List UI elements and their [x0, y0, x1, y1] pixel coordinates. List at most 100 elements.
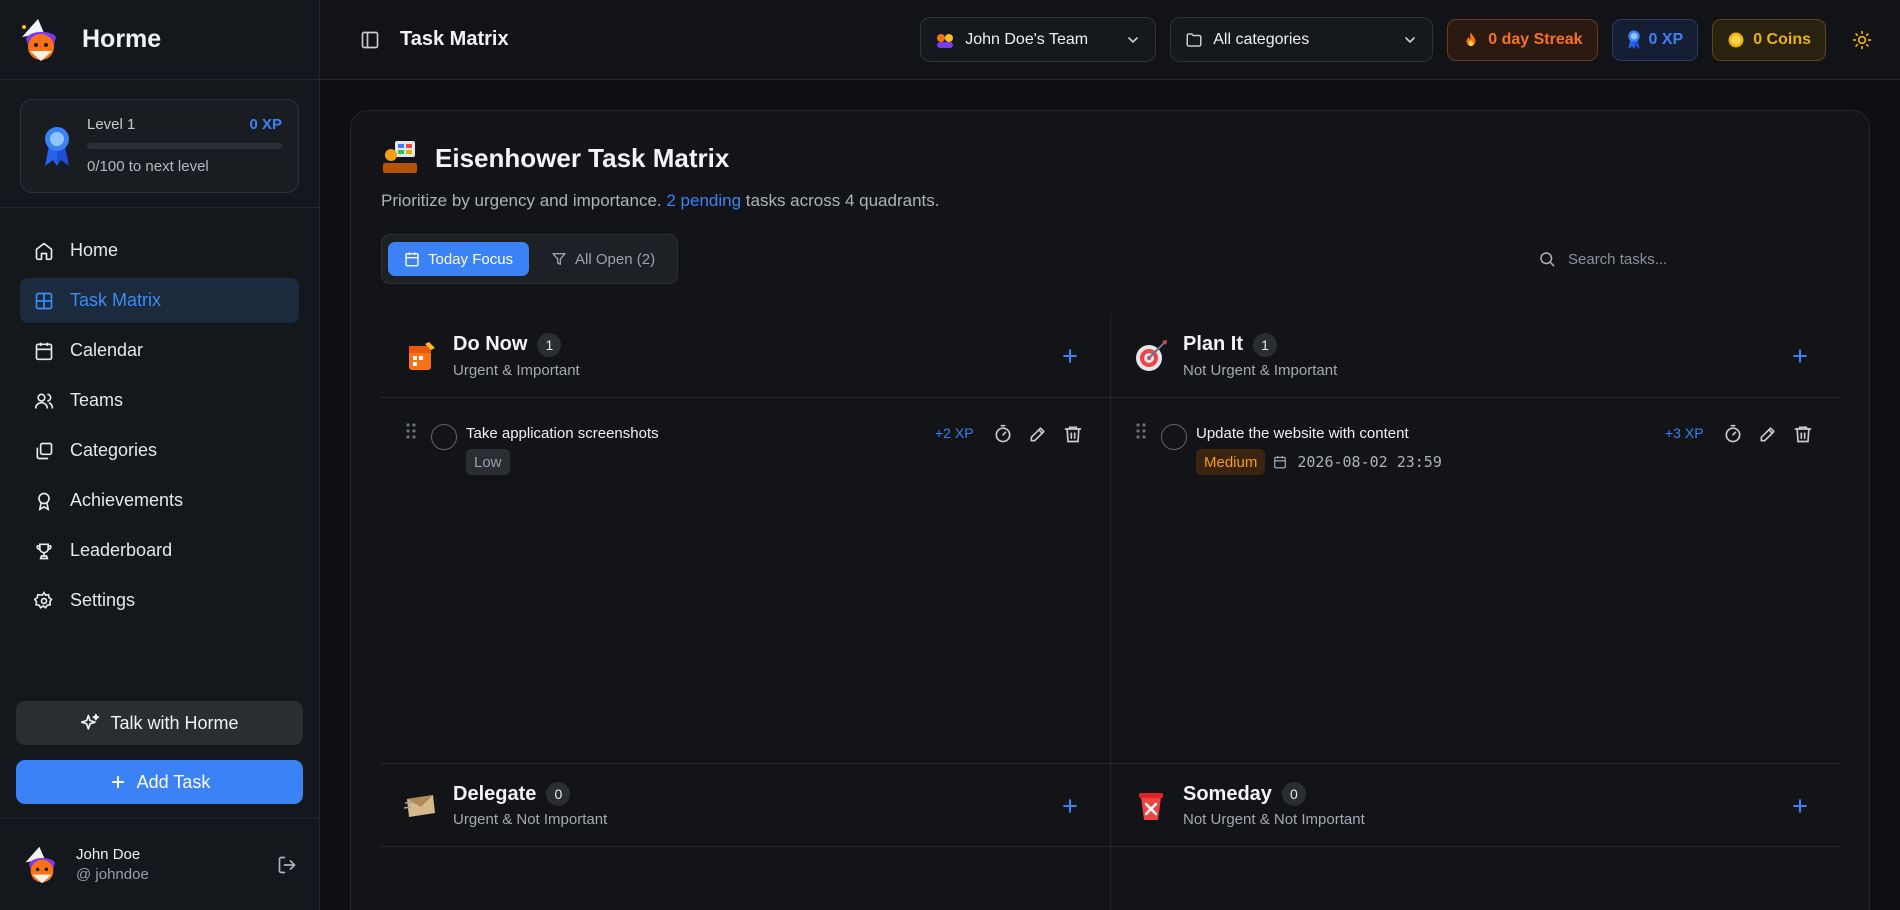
quadrant-plan-it: Plan It 1 Not Urgent & Important	[1111, 314, 1840, 398]
sidebar-item-label: Leaderboard	[70, 540, 173, 560]
target-emoji-icon	[1136, 339, 1167, 371]
add-task-plus-icon[interactable]	[1790, 796, 1810, 816]
task-item[interactable]: Update the website with content Medium 2…	[1111, 422, 1840, 492]
level-progress-bar	[87, 143, 282, 149]
streak-text: 0 day Streak	[1488, 30, 1583, 48]
drag-handle-icon[interactable]	[405, 422, 417, 440]
subtitle-text: tasks across 4 quadrants.	[741, 191, 940, 210]
task-xp-reward: +3 XP	[1665, 425, 1704, 441]
home-icon	[35, 242, 53, 260]
envelope-emoji-icon	[403, 795, 435, 817]
add-task-plus-icon[interactable]	[1060, 796, 1080, 816]
award-icon	[38, 492, 50, 511]
chevron-down-icon	[1128, 36, 1139, 43]
task-title: Update the website with content	[1196, 425, 1409, 442]
trophy-icon	[36, 543, 52, 559]
wizard-logo-icon	[22, 18, 56, 61]
sidebar-item-leaderboard[interactable]: Leaderboard	[20, 528, 299, 573]
add-task-button[interactable]: Add Task	[16, 760, 303, 804]
drag-handle-icon[interactable]	[1135, 422, 1147, 440]
timer-icon[interactable]	[1723, 424, 1743, 444]
sidebar-item-label: Settings	[70, 590, 136, 610]
calendar-icon	[35, 342, 53, 360]
sidebar-footer: Talk with Horme Add Task John Doe @ john…	[0, 701, 319, 910]
quadrant-subtitle: Urgent & Important	[453, 361, 580, 379]
brand[interactable]: Horme	[0, 0, 319, 80]
category-select[interactable]: All categories	[1170, 17, 1434, 62]
coin-icon	[1728, 32, 1744, 47]
topbar: Task Matrix John Doe's Team All categori…	[320, 0, 1900, 80]
team-select-value: John Doe's Team	[965, 30, 1089, 48]
quadrant-count: 1	[1253, 332, 1278, 357]
xp-badge[interactable]: 0 XP	[1611, 18, 1699, 61]
page-title: Task Matrix	[400, 28, 509, 50]
add-task-plus-icon[interactable]	[1060, 346, 1080, 366]
tab-today-focus[interactable]: Today Focus	[388, 242, 530, 276]
sidebar-item-label: Categories	[70, 440, 158, 460]
xp-text: 0 XP	[1648, 30, 1684, 48]
sidebar-item-settings[interactable]: Settings	[20, 578, 299, 623]
quadrant-count: 0	[1281, 782, 1306, 806]
layers-icon	[36, 442, 53, 459]
talk-button-label: Talk with Horme	[110, 712, 239, 733]
wastebasket-emoji-icon	[1139, 793, 1163, 820]
talk-with-horme-button[interactable]: Talk with Horme	[16, 701, 303, 745]
quadrant-title: Do Now	[453, 333, 528, 355]
quadrant-do-now: Do Now 1 Urgent & Important	[381, 314, 1110, 398]
task-title: Take application screenshots	[466, 425, 659, 442]
calendar-icon	[405, 252, 419, 267]
sidebar-item-task-matrix[interactable]: Task Matrix	[20, 278, 299, 323]
quadrant-subtitle: Not Urgent & Not Important	[1183, 811, 1365, 828]
task-item[interactable]: Take application screenshots Low +2 XP	[381, 422, 1110, 492]
level-progress-text: 0/100 to next level	[87, 158, 209, 175]
task-checkbox[interactable]	[431, 424, 457, 450]
sidebar-toggle-icon[interactable]	[360, 30, 380, 50]
logout-icon[interactable]	[277, 855, 297, 875]
timer-icon[interactable]	[993, 424, 1013, 444]
trash-icon[interactable]	[1793, 424, 1813, 444]
streak-badge[interactable]: 0 day Streak	[1447, 18, 1598, 61]
edit-pencil-icon[interactable]	[1758, 424, 1778, 444]
view-toggle: Today Focus All Open (2)	[381, 234, 679, 284]
subtitle-text: Prioritize by urgency and importance.	[381, 191, 667, 210]
panel-title: Eisenhower Task Matrix	[435, 142, 730, 173]
avatar[interactable]	[22, 845, 62, 885]
sidebar-nav: Home Task Matrix Calendar Teams Categori…	[0, 208, 319, 628]
pending-count: 2 pending	[666, 191, 742, 210]
grid-icon	[35, 292, 53, 309]
ribbon-award-icon	[1627, 29, 1640, 49]
sidebar-item-categories[interactable]: Categories	[20, 428, 299, 473]
coins-badge[interactable]: 0 Coins	[1712, 18, 1826, 61]
sidebar-item-teams[interactable]: Teams	[20, 378, 299, 423]
sidebar-item-calendar[interactable]: Calendar	[20, 328, 299, 373]
calendar-emoji-icon	[409, 341, 435, 370]
sidebar-item-label: Achievements	[70, 490, 184, 510]
filter-icon	[552, 253, 566, 265]
folder-icon	[1186, 32, 1202, 47]
tab-label: All Open (2)	[575, 250, 656, 268]
add-task-label: Add Task	[136, 771, 211, 792]
add-task-plus-icon[interactable]	[1790, 346, 1810, 366]
task-checkbox[interactable]	[1161, 424, 1187, 450]
ribbon-award-icon	[45, 127, 69, 166]
quadrant-title: Someday	[1183, 782, 1272, 805]
quadrant-count: 0	[546, 782, 571, 806]
fire-icon	[1466, 32, 1476, 46]
sidebar: Horme Level 1 0 XP 0/100 to next level H…	[0, 0, 320, 910]
main: Task Matrix John Doe's Team All categori…	[320, 0, 1900, 910]
tab-all-open[interactable]: All Open (2)	[535, 242, 671, 276]
search-input[interactable]: Search tasks...	[1524, 236, 1824, 282]
app: Horme Level 1 0 XP 0/100 to next level H…	[0, 0, 1900, 910]
team-select[interactable]: John Doe's Team	[920, 17, 1157, 62]
sun-icon[interactable]	[1852, 30, 1872, 50]
sidebar-item-home[interactable]: Home	[20, 228, 299, 273]
chevron-down-icon	[1405, 36, 1416, 43]
matrix-grid: Do Now 1 Urgent & Important Take applica…	[381, 314, 1840, 910]
tab-label: Today Focus	[428, 250, 514, 268]
panel-subtitle: Prioritize by urgency and importance. 2 …	[381, 191, 1839, 211]
search-placeholder: Search tasks...	[1568, 250, 1668, 268]
edit-pencil-icon[interactable]	[1028, 424, 1048, 444]
content: Eisenhower Task Matrix Prioritize by urg…	[320, 80, 1900, 910]
trash-icon[interactable]	[1063, 424, 1083, 444]
sidebar-item-achievements[interactable]: Achievements	[20, 478, 299, 523]
